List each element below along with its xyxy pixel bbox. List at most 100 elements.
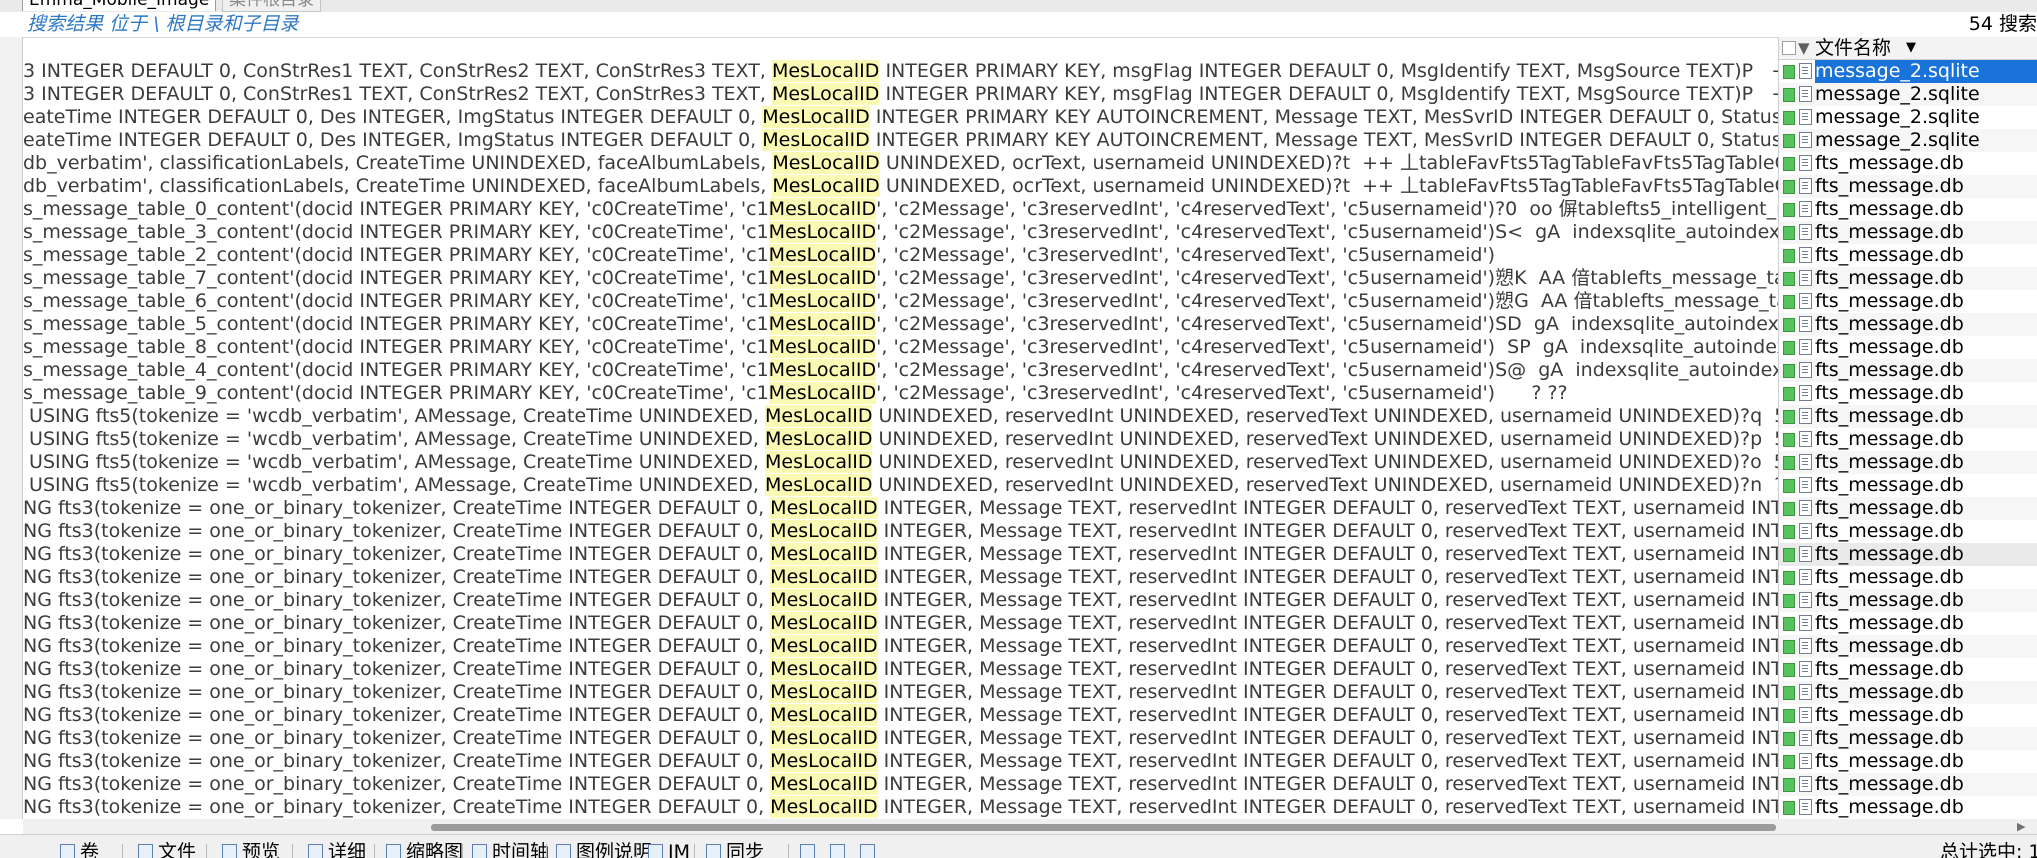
file-name[interactable]: fts_message.db (1815, 221, 1964, 244)
table-row[interactable]: db_verbatim', classificationLabels, Crea… (23, 152, 2037, 175)
file-name[interactable]: fts_message.db (1815, 635, 1964, 658)
file-name[interactable]: fts_message.db (1815, 474, 1964, 497)
toolbar-tool-button[interactable] (830, 842, 850, 858)
file-name-cell[interactable]: fts_message.db (1778, 773, 2037, 796)
file-name[interactable]: fts_message.db (1815, 313, 1964, 336)
file-name[interactable]: message_2.sqlite (1815, 129, 1980, 152)
table-row[interactable]: s_message_table_9_content'(docid INTEGER… (23, 382, 2037, 405)
tab-im[interactable]: IM (648, 842, 690, 858)
tab-emma-mobile-image[interactable]: Emma_Mobile_Image (22, 0, 217, 11)
tab-file[interactable]: 文件 (138, 842, 196, 858)
table-row[interactable]: 3 INTEGER DEFAULT 0, ConStrRes1 TEXT, Co… (23, 83, 2037, 106)
table-row[interactable]: NG fts3(tokenize = one_or_binary_tokeniz… (23, 727, 2037, 750)
file-name-cell[interactable]: fts_message.db (1778, 405, 2037, 428)
table-row[interactable]: USING fts5(tokenize = 'wcdb_verbatim', A… (23, 451, 2037, 474)
file-name-cell[interactable]: fts_message.db (1778, 543, 2037, 566)
toolbar-tool-button[interactable] (800, 842, 820, 858)
table-row[interactable]: s_message_table_2_content'(docid INTEGER… (23, 244, 2037, 267)
table-row[interactable]: NG fts3(tokenize = one_or_binary_tokeniz… (23, 497, 2037, 520)
file-name-cell[interactable]: fts_message.db (1778, 474, 2037, 497)
file-name-cell[interactable]: message_2.sqlite (1778, 83, 2037, 106)
row-checkbox[interactable] (1783, 594, 1795, 608)
file-name[interactable]: message_2.sqlite (1815, 106, 1980, 129)
table-row[interactable]: s_message_table_4_content'(docid INTEGER… (23, 359, 2037, 382)
file-name-cell[interactable]: fts_message.db (1778, 635, 2037, 658)
file-name-cell[interactable]: fts_message.db (1778, 359, 2037, 382)
file-name[interactable]: fts_message.db (1815, 198, 1964, 221)
table-row[interactable]: NG fts3(tokenize = one_or_binary_tokeniz… (23, 750, 2037, 773)
row-checkbox[interactable] (1783, 249, 1795, 263)
table-row[interactable]: NG fts3(tokenize = one_or_binary_tokeniz… (23, 658, 2037, 681)
table-row[interactable]: s_message_table_7_content'(docid INTEGER… (23, 267, 2037, 290)
row-checkbox[interactable] (1783, 364, 1795, 378)
file-name-cell[interactable]: fts_message.db (1778, 566, 2037, 589)
file-name[interactable]: fts_message.db (1815, 773, 1964, 796)
table-row[interactable]: NG fts3(tokenize = one_or_binary_tokeniz… (23, 612, 2037, 635)
file-name-column-header[interactable]: ▼ 文件名称 ▼ (1778, 37, 2037, 60)
tab-case-root[interactable]: 案件根目录 (222, 0, 321, 12)
row-checkbox[interactable] (1783, 65, 1795, 79)
file-name-cell[interactable]: fts_message.db (1778, 175, 2037, 198)
row-checkbox[interactable] (1783, 111, 1795, 125)
file-name-cell[interactable]: fts_message.db (1778, 727, 2037, 750)
row-checkbox[interactable] (1783, 134, 1795, 148)
row-checkbox[interactable] (1783, 571, 1795, 585)
file-name[interactable]: fts_message.db (1815, 520, 1964, 543)
scroll-right-arrow-icon[interactable]: ▶ (2017, 819, 2025, 834)
table-row[interactable]: NG fts3(tokenize = one_or_binary_tokeniz… (23, 796, 2037, 819)
row-checkbox[interactable] (1783, 387, 1795, 401)
tab-timeline[interactable]: 时间轴 (472, 842, 549, 858)
table-row[interactable]: USING fts5(tokenize = 'wcdb_verbatim', A… (23, 428, 2037, 451)
file-name[interactable]: fts_message.db (1815, 681, 1964, 704)
select-all-checkbox[interactable] (1782, 41, 1796, 55)
file-name-cell[interactable]: fts_message.db (1778, 221, 2037, 244)
file-name[interactable]: fts_message.db (1815, 451, 1964, 474)
file-name[interactable]: fts_message.db (1815, 612, 1964, 635)
horizontal-scrollbar-thumb[interactable] (431, 824, 1776, 831)
row-checkbox[interactable] (1783, 525, 1795, 539)
search-location-breadcrumb[interactable]: 搜索结果 位于 \ 根目录和子目录 (27, 13, 299, 36)
file-name[interactable]: message_2.sqlite (1815, 60, 2037, 83)
row-checkbox[interactable] (1783, 755, 1795, 769)
file-name[interactable]: fts_message.db (1815, 175, 1964, 198)
row-checkbox[interactable] (1783, 617, 1795, 631)
tab-preview[interactable]: 预览 (222, 842, 280, 858)
file-name[interactable]: fts_message.db (1815, 727, 1964, 750)
row-checkbox[interactable] (1783, 272, 1795, 286)
row-checkbox[interactable] (1783, 318, 1795, 332)
tab-details[interactable]: 详细 (308, 842, 366, 858)
table-row[interactable]: s_message_table_5_content'(docid INTEGER… (23, 313, 2037, 336)
row-checkbox[interactable] (1783, 433, 1795, 447)
toolbar-tool-button[interactable] (860, 842, 880, 858)
file-name[interactable]: fts_message.db (1815, 543, 1964, 566)
row-checkbox[interactable] (1783, 502, 1795, 516)
file-name-cell[interactable]: fts_message.db (1778, 336, 2037, 359)
table-row[interactable]: NG fts3(tokenize = one_or_binary_tokeniz… (23, 566, 2037, 589)
table-row[interactable]: db_verbatim', classificationLabels, Crea… (23, 175, 2037, 198)
table-row[interactable]: 3 INTEGER DEFAULT 0, ConStrRes1 TEXT, Co… (23, 60, 2037, 83)
table-row[interactable]: NG fts3(tokenize = one_or_binary_tokeniz… (23, 520, 2037, 543)
file-name[interactable]: fts_message.db (1815, 428, 1964, 451)
table-row[interactable]: NG fts3(tokenize = one_or_binary_tokeniz… (23, 543, 2037, 566)
file-name-cell[interactable]: fts_message.db (1778, 658, 2037, 681)
file-name[interactable]: fts_message.db (1815, 382, 1964, 405)
table-row[interactable]: s_message_table_8_content'(docid INTEGER… (23, 336, 2037, 359)
tab-sync[interactable]: 同步 (706, 842, 764, 858)
table-row[interactable]: eateTime INTEGER DEFAULT 0, Des INTEGER,… (23, 106, 2037, 129)
file-name-cell[interactable]: fts_message.db (1778, 750, 2037, 773)
table-row[interactable]: s_message_table_0_content'(docid INTEGER… (23, 198, 2037, 221)
tab-volume[interactable]: 卷 (60, 842, 99, 858)
file-name-cell[interactable]: fts_message.db (1778, 497, 2037, 520)
file-name-cell[interactable]: fts_message.db (1778, 520, 2037, 543)
file-name[interactable]: fts_message.db (1815, 359, 1964, 382)
row-checkbox[interactable] (1783, 663, 1795, 677)
row-checkbox[interactable] (1783, 226, 1795, 240)
row-checkbox[interactable] (1783, 548, 1795, 562)
row-checkbox[interactable] (1783, 341, 1795, 355)
file-name[interactable]: fts_message.db (1815, 290, 1964, 313)
file-name-cell[interactable]: fts_message.db (1778, 704, 2037, 727)
file-name[interactable]: fts_message.db (1815, 405, 1964, 428)
file-name[interactable]: fts_message.db (1815, 796, 1964, 819)
file-name[interactable]: fts_message.db (1815, 704, 1964, 727)
horizontal-scrollbar[interactable]: ▶ (23, 819, 2037, 834)
